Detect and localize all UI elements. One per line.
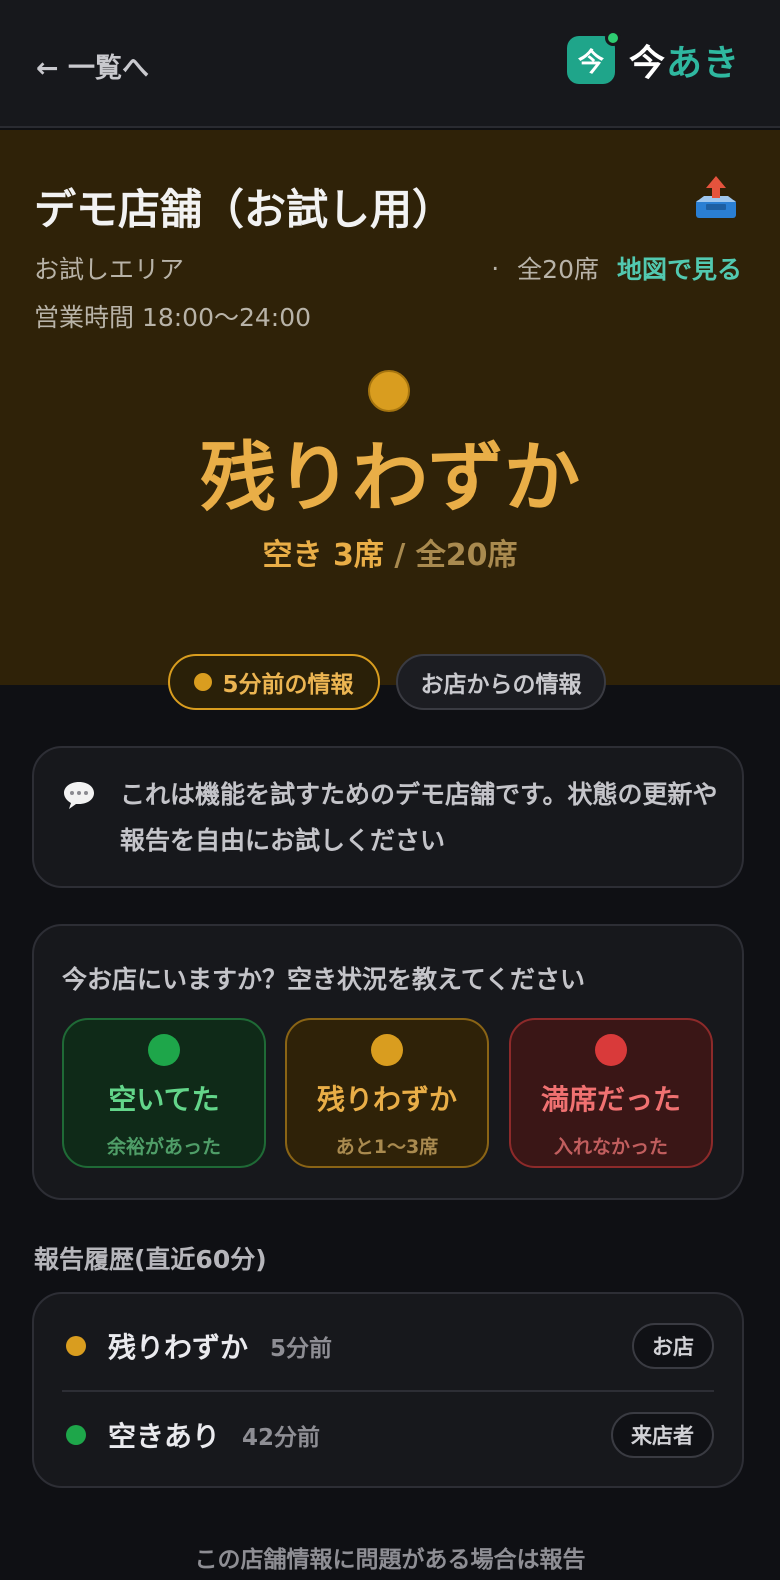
history-heading: 報告履歴(直近60分): [34, 1245, 267, 1274]
history-status-label: 空きあり: [108, 1420, 221, 1453]
history-time: 5分前: [270, 1336, 333, 1362]
brand-name-part2: あき: [665, 43, 740, 84]
business-hours: 営業時間 18:00〜24:00: [34, 303, 312, 332]
updated-time-tag: 5分前の情報: [168, 654, 380, 710]
view-map-link[interactable]: 地図で見る: [617, 250, 742, 286]
info-source-tag: お店からの情報: [396, 654, 606, 710]
app-header: ← 一覧へ 今 今あき: [0, 0, 780, 128]
free-seats: 空き 3席: [262, 538, 384, 573]
shop-status-hero: デモ店舗（お試し用） お試しエリア · 全20席 地図で見る 営業時間 18:0…: [0, 130, 780, 685]
share-icon[interactable]: [692, 174, 740, 222]
history-status-label: 残りわずか: [108, 1331, 249, 1364]
history-source-badge: お店: [632, 1323, 714, 1369]
report-history-list: 残りわずか 5分前 お店 空きあり 42分前 来店者: [32, 1292, 744, 1488]
option-sublabel: 入れなかった: [553, 1136, 668, 1158]
report-option-full[interactable]: 満席だった 入れなかった: [509, 1018, 713, 1168]
history-row: 空きあり 42分前 来店者: [62, 1391, 714, 1479]
history-source-badge: 来店者: [611, 1412, 714, 1458]
history-time: 42分前: [242, 1425, 321, 1451]
brand-name-part1: 今: [628, 43, 666, 84]
time-tag-label: 5分前の情報: [222, 672, 354, 698]
status-indicator-dot: [368, 370, 410, 412]
history-status-dot: [66, 1336, 86, 1356]
option-sublabel: 余裕があった: [106, 1136, 221, 1158]
source-tag-label: お店からの情報: [420, 672, 582, 698]
shop-area: お試しエリア: [34, 255, 185, 284]
report-status-card: 今お店にいますか？空き状況を教えてください 空いてた 余裕があった 残りわずか …: [32, 924, 744, 1200]
option-sublabel: あと1〜3席: [335, 1136, 439, 1158]
yellow-dot: [371, 1034, 403, 1066]
brand-live-dot: [604, 30, 621, 46]
shop-name: デモ店舗（お試し用）: [34, 185, 455, 234]
total-seats: 全20席: [517, 255, 599, 284]
option-label: 残りわずか: [316, 1083, 457, 1116]
status-seats: 空き 3席 / 全20席: [0, 530, 780, 574]
red-dot: [595, 1034, 627, 1066]
brand-icon-char: 今: [577, 47, 604, 78]
brand-icon: 今: [566, 30, 621, 84]
option-label: 空いてた: [108, 1083, 220, 1116]
report-option-available[interactable]: 空いてた 余裕があった: [62, 1018, 266, 1168]
report-option-few-left[interactable]: 残りわずか あと1〜3席: [285, 1018, 489, 1168]
option-label: 満席だった: [540, 1083, 681, 1116]
green-dot: [148, 1034, 180, 1066]
separator-dot: ·: [491, 253, 500, 283]
back-to-list-link[interactable]: ← 一覧へ: [36, 46, 149, 85]
status-total-seats: / 全20席: [394, 538, 518, 573]
history-status-dot: [66, 1425, 86, 1445]
demo-notice-text: これは機能を試すためのデモ店舗です。状態の更新や報告を自由にお試しください: [120, 780, 718, 855]
status-label: 残りわずか: [200, 433, 580, 522]
brand-name: 今あき: [629, 34, 740, 86]
report-issue-link[interactable]: この店舗情報に問題がある場合は報告: [0, 1540, 780, 1574]
report-question: 今お店にいますか？空き状況を教えてください: [62, 965, 586, 994]
time-tag-dot: [194, 673, 213, 691]
seats-and-map-row: · 全20席 地図で見る: [491, 250, 742, 286]
history-row: 残りわずか 5分前 お店: [62, 1302, 714, 1390]
brand-logo: 今 今あき: [566, 30, 740, 86]
demo-notice-card: これは機能を試すためのデモ店舗です。状態の更新や報告を自由にお試しください: [32, 746, 744, 888]
speech-bubble-icon: [64, 782, 94, 809]
